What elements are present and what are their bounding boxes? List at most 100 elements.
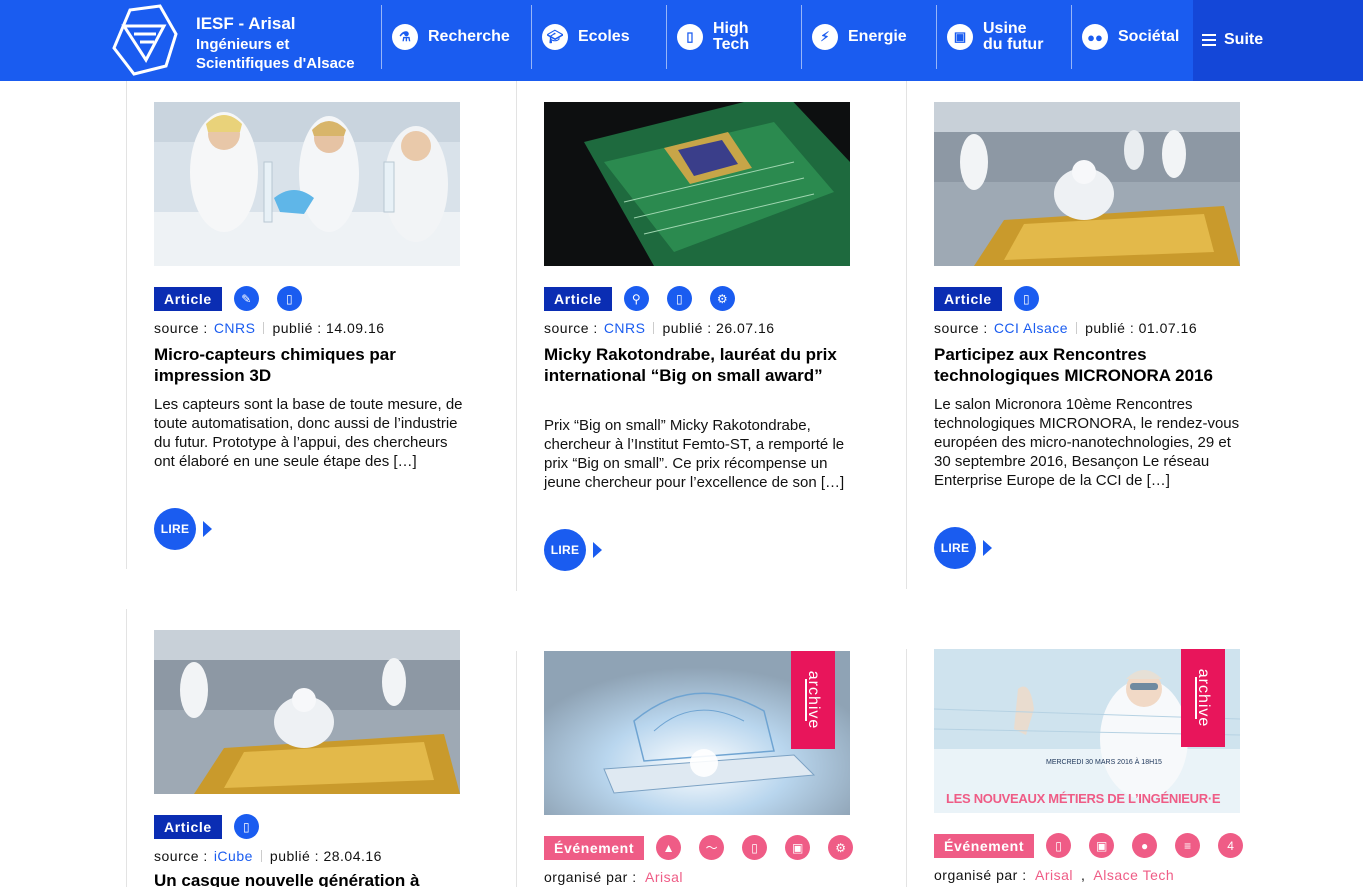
play-arrow-icon <box>203 521 212 537</box>
event-card: MERCREDI 30 MARS 2016 À 18H15 LES NOUVEA… <box>906 628 1256 887</box>
organised-by-label: organisé par : <box>544 869 637 885</box>
source-label: source : <box>934 320 988 336</box>
card-meta: source : CCI Alsace publié : 01.07.16 <box>934 320 1197 336</box>
trend-icon[interactable]: 〜 <box>699 835 725 860</box>
read-more-label: LIRE <box>934 527 976 569</box>
smartphone-icon[interactable]: ▯ <box>742 835 768 860</box>
plug-icon[interactable]: ⚲ <box>623 286 649 311</box>
source-link[interactable]: CNRS <box>604 320 646 336</box>
source-label: source : <box>154 320 208 336</box>
nav-label: Ecoles <box>578 28 630 45</box>
circuit-icon[interactable]: ≡ <box>1175 833 1201 858</box>
card-meta: source : CNRS publié : 14.09.16 <box>154 320 385 336</box>
nav-label: Recherche <box>428 28 510 45</box>
read-more-label: LIRE <box>544 529 586 571</box>
card-image-cleanroom[interactable] <box>934 102 1240 266</box>
smartphone-icon[interactable]: ▯ <box>233 814 259 839</box>
brand-subtitle: Ingénieurs et Scientifiques d'Alsace <box>196 36 355 72</box>
flask-icon: ⚗ <box>392 24 418 50</box>
factory-4-icon[interactable]: 4 <box>1218 833 1244 858</box>
play-arrow-icon <box>983 540 992 556</box>
published-date: 26.07.16 <box>716 320 775 336</box>
smartphone-icon[interactable]: ▯ <box>666 286 692 311</box>
card-title[interactable]: Micro-capteurs chimiques par impression … <box>154 344 464 386</box>
card-tags: Événement ▯ ▣ ● ≡ 4 <box>934 833 1261 858</box>
read-more-label: LIRE <box>154 508 196 550</box>
card-tags: Article ▯ <box>934 286 1057 311</box>
content-type-badge: Article <box>544 286 612 311</box>
published-label: publié : <box>269 848 320 864</box>
published-label: publié : <box>1085 320 1135 336</box>
lightbulb-icon[interactable]: ● <box>1132 833 1158 858</box>
card-meta: organisé par : Arisal, Alsace Tech <box>934 867 1175 883</box>
content-type-badge: Article <box>154 286 222 311</box>
smartphone-icon[interactable]: ▯ <box>1046 833 1072 858</box>
card-meta: source : iCube publié : 28.04.16 <box>154 848 382 864</box>
source-link[interactable]: CCI Alsace <box>994 320 1068 336</box>
card-image-circuit-board[interactable] <box>544 102 850 266</box>
nav-item-usine-du-futur[interactable]: ▣ Usine du futur <box>936 5 1071 69</box>
factory-icon[interactable]: ▣ <box>785 835 811 860</box>
lightning-icon: ⚡︎ <box>812 24 838 50</box>
card-title[interactable]: Un casque nouvelle génération à <box>154 870 464 887</box>
hamburger-icon <box>1202 34 1216 49</box>
archive-label: archive <box>805 670 822 730</box>
graduation-cap-icon: 🎓︎ <box>542 24 568 50</box>
content-type-badge: Événement <box>934 833 1035 858</box>
card-title[interactable]: Micky Rakotondrabe, lauréat du prix inte… <box>544 344 854 386</box>
smartphone-icon[interactable]: ▯ <box>276 286 302 311</box>
news-card: Article ▯ source : iCube publié : 28.04.16… <box>126 609 476 887</box>
content-type-badge: Article <box>154 814 222 839</box>
organiser-link[interactable]: Arisal <box>1035 867 1073 883</box>
published-date: 01.07.16 <box>1138 320 1198 336</box>
robot-arm-icon[interactable]: ⚙ <box>828 835 854 860</box>
card-excerpt: Prix “Big on small” Micky Rakotondrabe, … <box>544 417 845 491</box>
source-link[interactable]: iCube <box>214 848 253 864</box>
nav-label: Energie <box>848 28 907 45</box>
nav-label: High Tech <box>713 20 750 53</box>
factory-icon[interactable]: ▣ <box>1089 833 1115 858</box>
organised-by-label: organisé par : <box>934 867 1027 883</box>
card-tags: Article ✎ ▯ <box>154 286 320 311</box>
nav-item-ecoles[interactable]: 🎓︎ Ecoles <box>531 5 666 69</box>
smartphone-icon[interactable]: ▯ <box>1013 286 1039 311</box>
site-logo-link[interactable]: IESF - Arisal Ingénieurs et Scientifique… <box>110 4 380 76</box>
read-more-button[interactable]: LIRE <box>544 529 604 571</box>
source-label: source : <box>154 848 208 864</box>
top-navigation-bar: IESF - Arisal Ingénieurs et Scientifique… <box>0 0 1363 81</box>
factory-icon: ▣ <box>947 24 973 50</box>
iesf-logo-icon <box>112 4 178 76</box>
read-more-button[interactable]: LIRE <box>934 527 994 569</box>
published-date: 14.09.16 <box>326 320 385 336</box>
more-menu-button[interactable]: Suite <box>1193 0 1363 81</box>
card-title[interactable]: Participez aux Rencontres technologiques… <box>934 344 1244 386</box>
poster-headline: LES NOUVEAUX MÉTIERS DE L’INGÉNIEUR·E <box>946 791 1221 806</box>
card-tags: Événement ▲ 〜 ▯ ▣ ⚙ <box>544 835 871 860</box>
source-label: source : <box>544 320 598 336</box>
event-card: archive Événement ▲ 〜 ▯ ▣ ⚙ organisé par… <box>516 630 866 887</box>
read-more-button[interactable]: LIRE <box>154 508 214 550</box>
nav-item-societal[interactable]: ●● Sociétal <box>1071 5 1193 69</box>
nav-label: Usine du futur <box>983 20 1044 53</box>
archive-ribbon: archive <box>1181 649 1225 747</box>
card-image-lab-scientists[interactable] <box>154 102 460 266</box>
nav-item-recherche[interactable]: ⚗ Recherche <box>381 5 531 69</box>
nav-item-energie[interactable]: ⚡︎ Energie <box>801 5 936 69</box>
graduation-cap-icon[interactable]: ▲ <box>656 835 682 860</box>
content-type-badge: Article <box>934 286 1002 311</box>
organiser-link[interactable]: Arisal <box>645 869 683 885</box>
more-menu-label: Suite <box>1224 31 1264 48</box>
news-card: Article ⚲ ▯ ⚙ source : CNRS publié : 26.07… <box>516 81 866 591</box>
nav-label: Sociétal <box>1118 28 1180 45</box>
card-image-event-poster[interactable]: MERCREDI 30 MARS 2016 À 18H15 LES NOUVEA… <box>934 649 1240 813</box>
card-image-digital-tablet[interactable]: archive <box>544 651 850 815</box>
nav-item-high-tech[interactable]: ▯ High Tech <box>666 5 801 69</box>
content-type-badge: Événement <box>544 835 645 860</box>
archive-label: archive <box>1195 668 1212 728</box>
pipette-icon[interactable]: ✎ <box>233 286 259 311</box>
robot-arm-icon[interactable]: ⚙ <box>709 286 735 311</box>
card-image-cleanroom[interactable] <box>154 630 460 794</box>
source-link[interactable]: CNRS <box>214 320 256 336</box>
news-card: Article ▯ source : CCI Alsace publié : 01.… <box>906 81 1256 591</box>
organiser-link[interactable]: Alsace Tech <box>1093 867 1174 883</box>
